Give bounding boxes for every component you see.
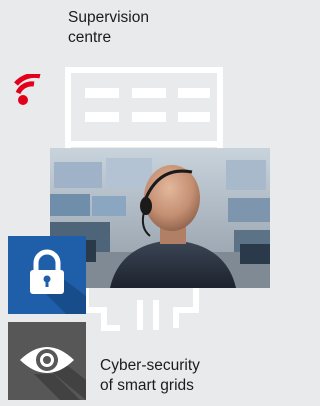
security-lock-tile [8, 236, 86, 314]
wireless-signal-icon [14, 74, 41, 105]
cyber-security-label: Cyber-security of smart grids [100, 357, 200, 394]
padlock-icon [30, 249, 64, 294]
supervision-centre-label: Supervision centre [68, 9, 149, 46]
surveillance-eye-tile [8, 322, 86, 400]
